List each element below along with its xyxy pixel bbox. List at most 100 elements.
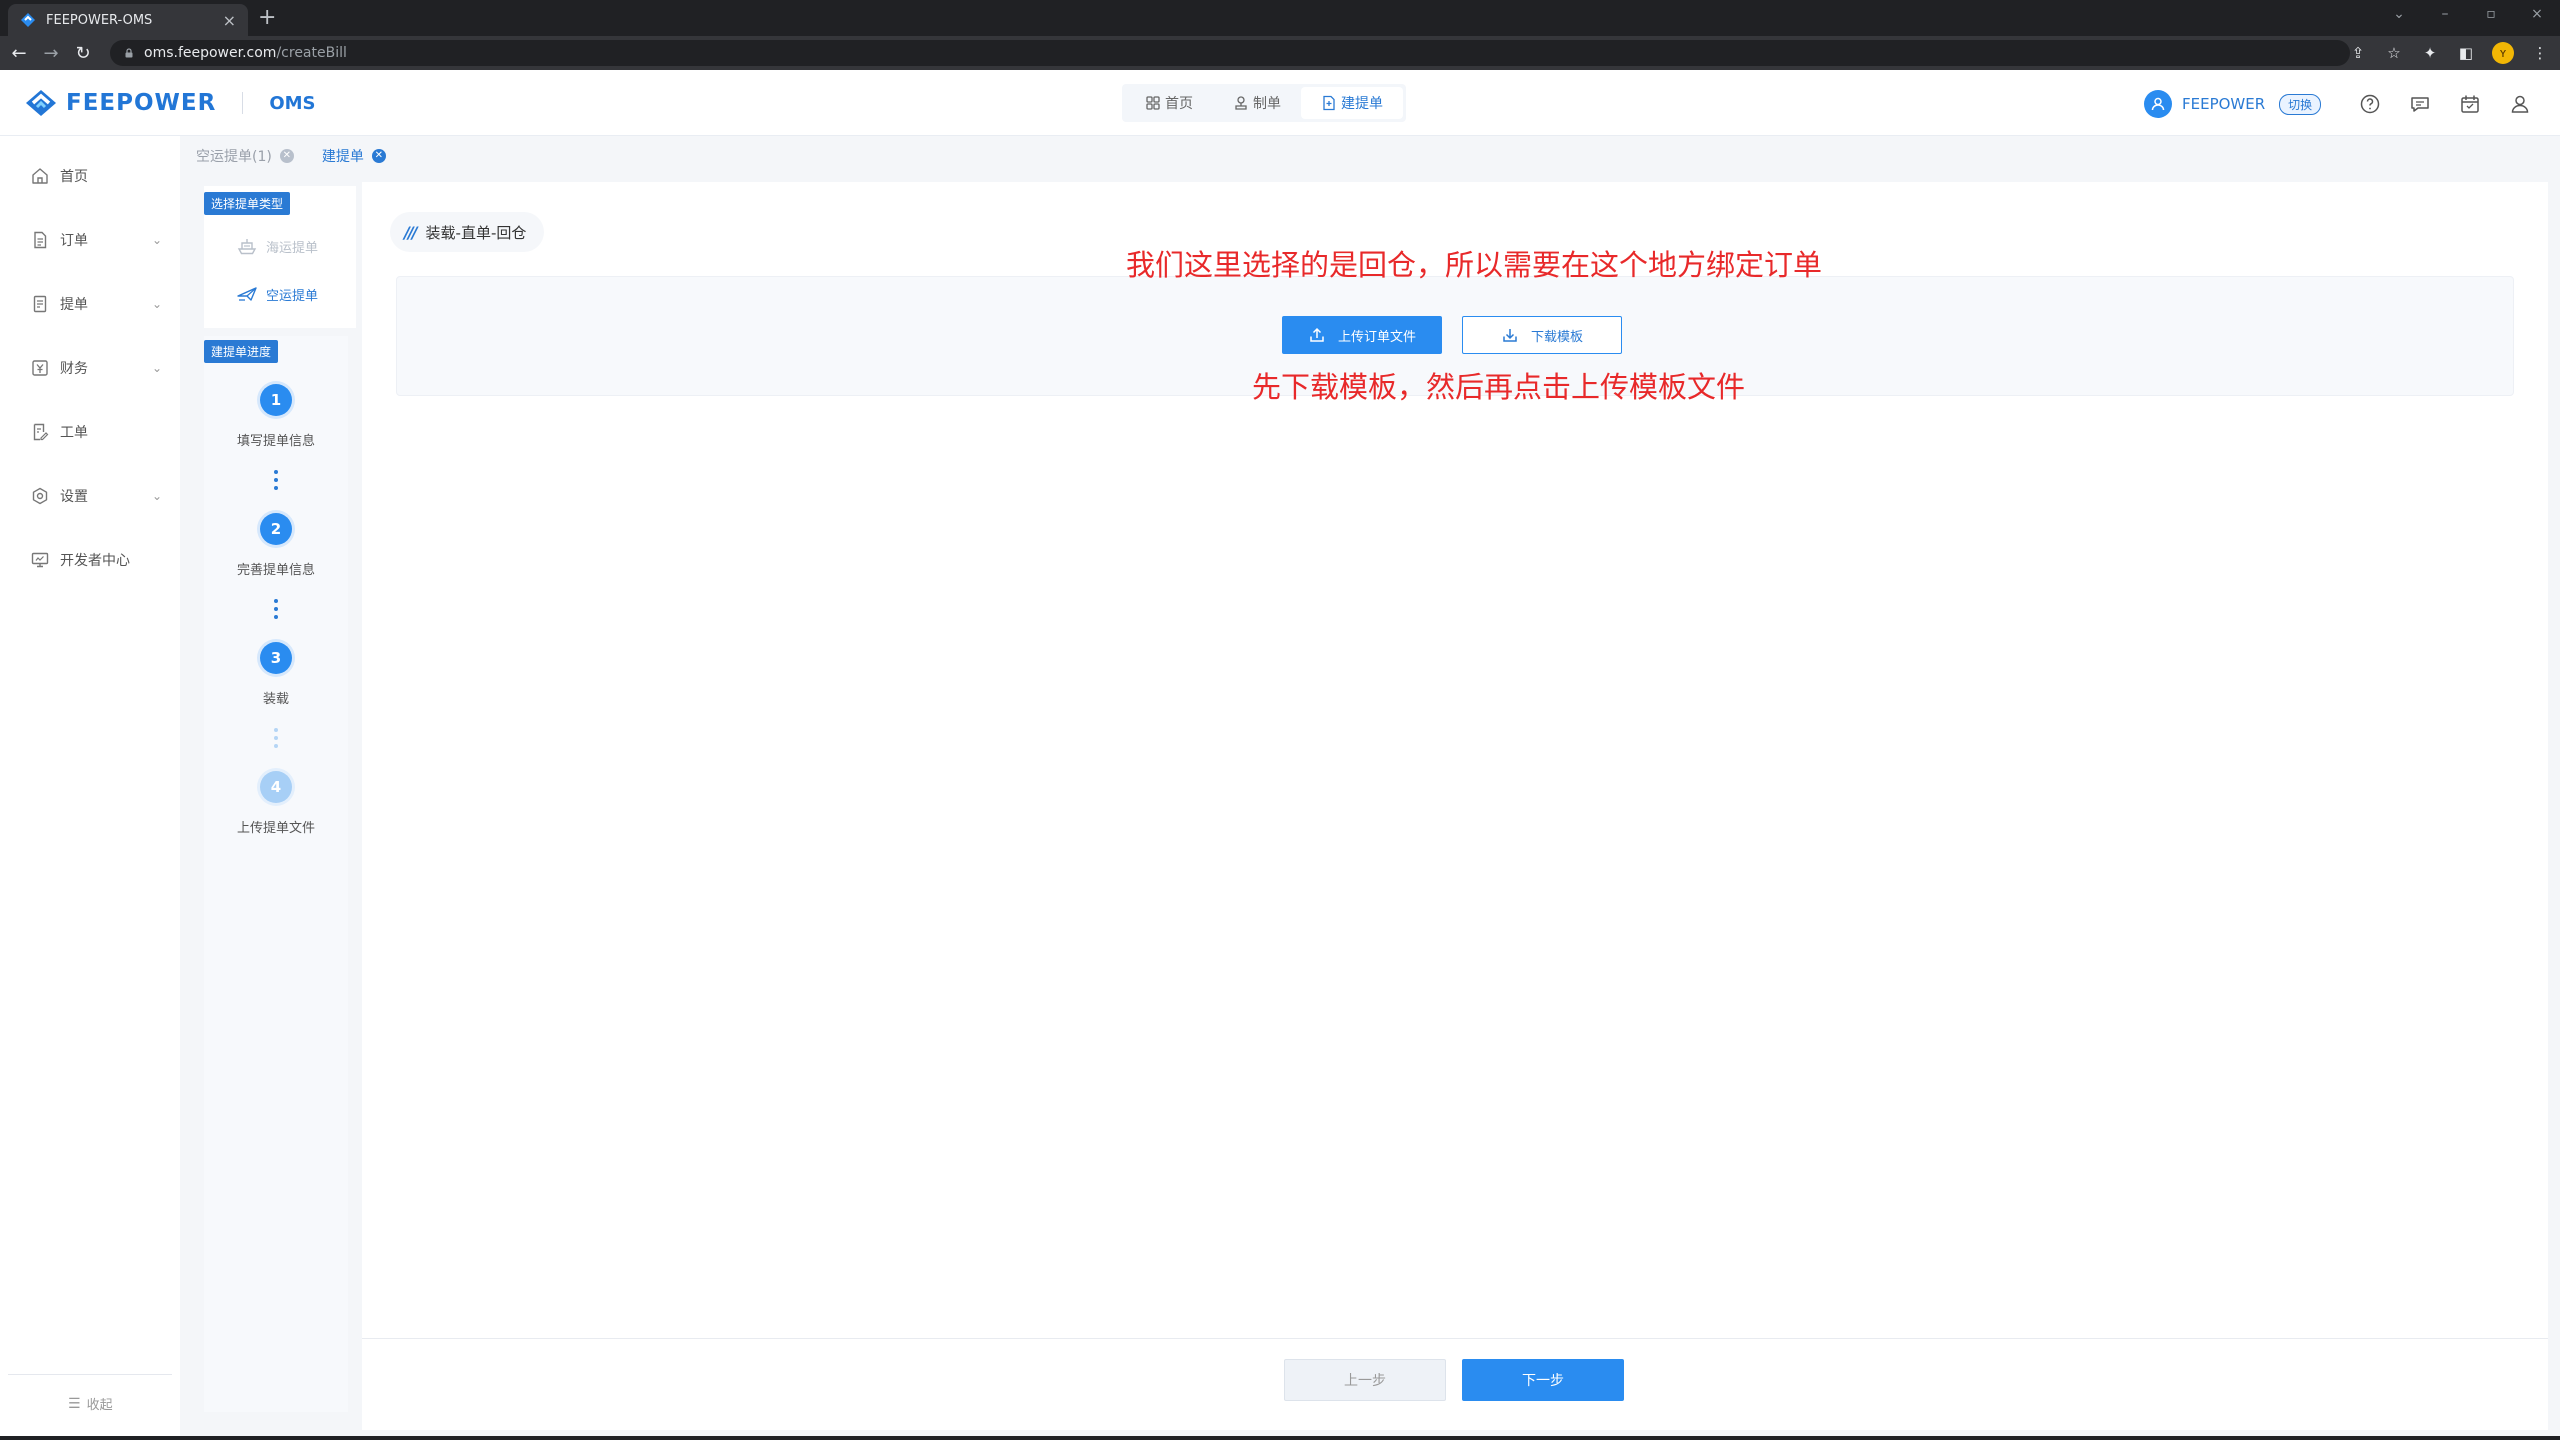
download-icon — [1503, 329, 1517, 342]
bill-type-air-label: 空运提单 — [266, 288, 319, 304]
sidebar-item-tickets[interactable]: 工单 — [0, 412, 180, 452]
step-number: 2 — [260, 513, 292, 545]
close-window-icon[interactable]: × — [2514, 6, 2560, 22]
restore-icon[interactable]: ▫ — [2468, 6, 2514, 22]
sidebar-divider — [8, 1374, 172, 1375]
account-icon[interactable] — [2508, 92, 2532, 116]
lock-icon — [125, 48, 133, 58]
header-icons — [2358, 92, 2532, 116]
sidebar-item-label: 订单 — [60, 233, 88, 249]
app-header: FEEPOWER OMS 首页 制单 建提单 FEEPOWER 切换 — [0, 70, 2560, 136]
collapse-icon: ☰ — [68, 1395, 81, 1412]
chevron-down-icon: ⌄ — [151, 297, 162, 311]
bill-type-air[interactable]: 空运提单 — [236, 284, 318, 304]
step-number: 1 — [260, 384, 292, 416]
close-tab-icon[interactable]: × — [223, 11, 236, 30]
forward-icon[interactable]: → — [38, 43, 64, 64]
tab-air-bill[interactable]: 空运提单(1) ✕ — [196, 146, 294, 166]
tab-create-bill-label: 建提单 — [321, 149, 364, 165]
order-icon — [34, 231, 47, 249]
finance-icon — [32, 360, 48, 376]
topnav-create-bill[interactable]: 建提单 — [1301, 87, 1403, 119]
new-tab-icon[interactable]: + — [258, 6, 276, 30]
topnav-home-label: 首页 — [1165, 96, 1193, 112]
message-icon[interactable] — [2408, 92, 2432, 116]
main-content: /// 装载-直单-回仓 我们这里选择的是回仓，所以需要在这个地方绑定订单 上传… — [362, 182, 2548, 1338]
sidebar-item-settings[interactable]: 设置 ⌄ — [0, 476, 180, 516]
doc-add-icon — [1323, 95, 1335, 111]
progress-step-4: 4 上传提单文件 — [204, 771, 348, 836]
user-avatar-icon[interactable] — [2144, 90, 2172, 118]
brand-name: FEEPOWER — [66, 90, 217, 116]
sidebar-item-bills[interactable]: 提单 ⌄ — [0, 284, 180, 324]
feepower-logo-icon — [26, 90, 56, 116]
download-template-label: 下载模板 — [1530, 329, 1583, 345]
window-bottom-edge — [0, 1436, 2560, 1440]
sidebar: 首页 订单 ⌄ 提单 ⌄ 财务 ⌄ 工单 设置 ⌄ 开发者中心 ☰ 收起 — [0, 136, 180, 1436]
logo-divider — [242, 92, 244, 114]
sidebar-item-home[interactable]: 首页 — [0, 156, 180, 196]
sidebar-item-label: 设置 — [60, 489, 88, 505]
browser-tabstrip: FEEPOWER-OMS × + ⌄ – ▫ × — [0, 0, 2560, 36]
sidebar-item-label: 开发者中心 — [60, 553, 130, 569]
sidebar-item-developer[interactable]: 开发者中心 — [0, 540, 180, 580]
logo[interactable]: FEEPOWER OMS — [24, 88, 316, 118]
topnav-home[interactable]: 首页 — [1125, 87, 1213, 119]
extensions-icon[interactable]: ✦ — [2420, 44, 2440, 62]
prev-step-button[interactable]: 上一步 — [1284, 1359, 1446, 1401]
step-number: 4 — [260, 771, 292, 803]
chevron-down-icon: ⌄ — [151, 233, 162, 247]
bill-type-sea-label: 海运提单 — [266, 240, 319, 256]
collapse-sidebar-button[interactable]: ☰ 收起 — [68, 1394, 113, 1414]
step-label: 装载 — [262, 692, 289, 707]
tab-air-bill-label: 空运提单(1) — [196, 149, 272, 165]
toolbar-actions: ⇪ ☆ ✦ ◧ ʏ ⋮ — [2348, 42, 2550, 64]
plane-icon — [237, 287, 257, 301]
topnav-make-order[interactable]: 制单 — [1213, 87, 1301, 119]
tab-create-bill[interactable]: 建提单 ✕ — [322, 146, 386, 166]
settings-icon — [32, 487, 48, 505]
calendar-icon[interactable] — [2458, 92, 2482, 116]
address-bar[interactable]: oms.feepower.com/createBill — [110, 40, 2350, 66]
chevron-down-icon: ⌄ — [151, 361, 162, 375]
progress-step-1: 1 填写提单信息 — [204, 384, 348, 449]
developer-icon — [31, 552, 49, 568]
sidebar-item-orders[interactable]: 订单 ⌄ — [0, 220, 180, 260]
browser-tab[interactable]: FEEPOWER-OMS × — [8, 4, 248, 36]
feepower-favicon-icon — [21, 13, 35, 27]
bill-icon — [33, 295, 47, 313]
ship-icon — [237, 239, 257, 255]
close-icon[interactable]: ✕ — [371, 149, 386, 163]
bookmark-star-icon[interactable]: ☆ — [2384, 44, 2404, 62]
minimize-icon[interactable]: – — [2422, 6, 2468, 22]
system-name: OMS — [269, 92, 316, 114]
step-label: 上传提单文件 — [236, 821, 315, 836]
share-icon[interactable]: ⇪ — [2348, 44, 2368, 62]
upload-order-file-button[interactable]: 上传订单文件 — [1282, 316, 1442, 354]
help-icon[interactable] — [2358, 92, 2382, 116]
bill-type-title: 选择提单类型 — [204, 192, 291, 215]
step-number: 3 — [260, 642, 292, 674]
tab-search-icon[interactable]: ⌄ — [2376, 6, 2422, 22]
progress-step-2: 2 完善提单信息 — [204, 513, 348, 578]
collapse-label: 收起 — [86, 1398, 113, 1413]
back-icon[interactable]: ← — [6, 43, 32, 64]
switch-account-button[interactable]: 切换 — [2279, 93, 2322, 115]
sidebar-item-label: 首页 — [60, 169, 88, 185]
stamp-icon — [1235, 96, 1247, 110]
sidebar-item-label: 提单 — [60, 297, 88, 313]
step-label: 填写提单信息 — [236, 434, 315, 449]
next-step-button[interactable]: 下一步 — [1462, 1359, 1624, 1401]
sidebar-item-finance[interactable]: 财务 ⌄ — [0, 348, 180, 388]
sidepanel-icon[interactable]: ◧ — [2456, 44, 2476, 62]
download-template-button[interactable]: 下载模板 — [1462, 316, 1622, 354]
close-icon[interactable]: ✕ — [279, 149, 294, 163]
bill-type-sea[interactable]: 海运提单 — [236, 236, 318, 256]
step-connector — [274, 599, 278, 623]
annotation-note-top: 我们这里选择的是回仓，所以需要在这个地方绑定订单 — [1126, 248, 1823, 282]
browser-menu-icon[interactable]: ⋮ — [2530, 44, 2550, 62]
reload-icon[interactable]: ↻ — [70, 43, 96, 64]
step-connector — [274, 470, 278, 494]
ticket-icon — [33, 423, 49, 441]
profile-avatar-icon[interactable]: ʏ — [2492, 42, 2514, 64]
